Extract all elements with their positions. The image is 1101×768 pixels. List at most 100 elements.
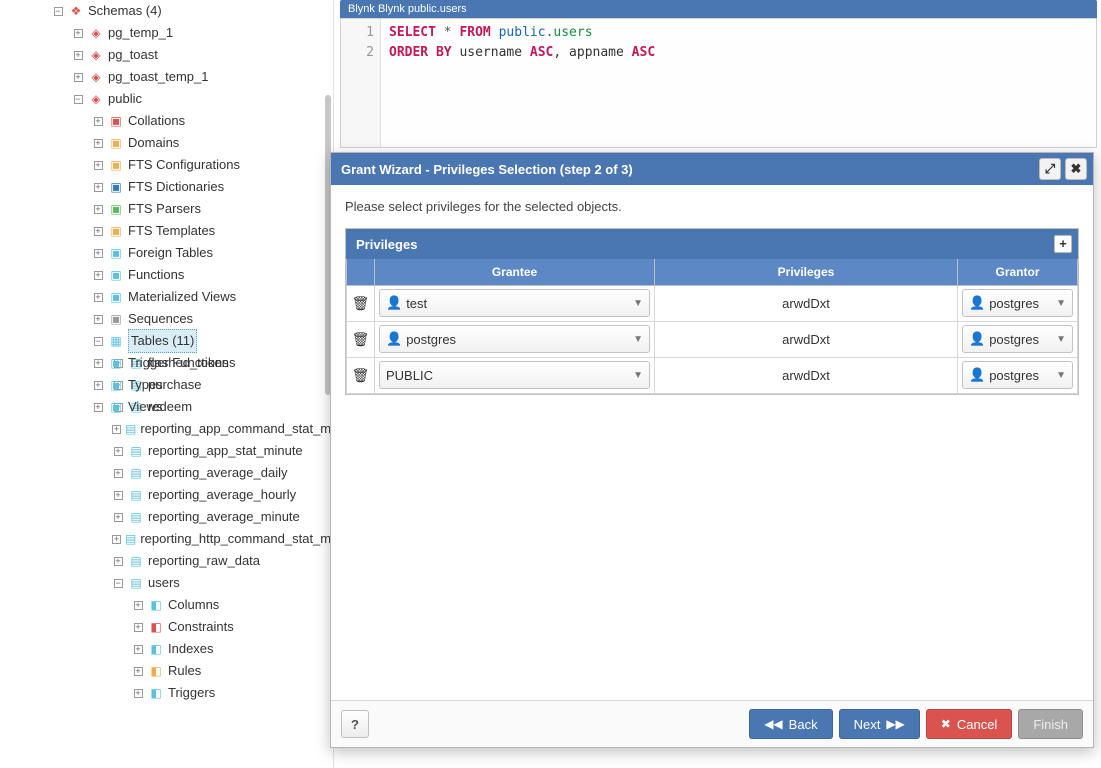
tree-node[interactable]: + ▣ FTS Parsers <box>92 198 333 220</box>
collapse-icon[interactable]: − <box>54 7 63 16</box>
delete-row-button[interactable]: 🗑 <box>352 331 370 347</box>
tree-node[interactable]: + ▣ FTS Dictionaries <box>92 176 333 198</box>
grantee-select[interactable]: 👤 postgres ▼ <box>379 325 650 353</box>
collapse-icon[interactable]: − <box>94 337 103 346</box>
maximize-button[interactable]: ⤢ <box>1039 158 1061 180</box>
tree-node[interactable]: + ◧ Rules <box>132 660 333 682</box>
tree-node-schemas[interactable]: − ❖ Schemas (4) <box>52 0 333 22</box>
expand-icon[interactable]: + <box>114 513 123 522</box>
tree-node-table[interactable]: + ▤ reporting_average_minute <box>112 506 333 528</box>
tree-node[interactable]: + ▣ Views <box>92 396 333 418</box>
expand-icon[interactable]: + <box>94 183 103 192</box>
tree-label: reporting_raw_data <box>148 550 260 572</box>
tree-node[interactable]: + ▣ Sequences <box>92 308 333 330</box>
tree-node-schema[interactable]: + ◈ pg_temp_1 <box>72 22 333 44</box>
tree-node[interactable]: + ▣ Trigger Functions <box>92 352 333 374</box>
tables-icon: ▦ <box>108 333 124 349</box>
cancel-button[interactable]: ✖Cancel <box>926 709 1013 739</box>
tree-node-table[interactable]: + ▤ reporting_app_command_stat_minute <box>112 418 333 440</box>
expand-icon[interactable]: + <box>94 161 103 170</box>
expand-icon[interactable]: + <box>74 51 83 60</box>
tree-node-table[interactable]: + ▤ reporting_app_stat_minute <box>112 440 333 462</box>
expand-icon[interactable]: + <box>114 491 123 500</box>
privilege-row: 🗑 👤 test ▼ arwdDxt 👤 postgres ▼ <box>347 285 1078 321</box>
expand-icon[interactable]: + <box>94 359 103 368</box>
tree-node[interactable]: + ◧ Constraints <box>132 616 333 638</box>
expand-icon[interactable]: + <box>94 139 103 148</box>
tree-node[interactable]: + ▣ Functions <box>92 264 333 286</box>
col-grantor: Grantor <box>958 259 1078 285</box>
expand-icon[interactable]: + <box>74 73 83 82</box>
back-button[interactable]: ◀◀Back <box>749 709 832 739</box>
tree-node[interactable]: + ▣ FTS Configurations <box>92 154 333 176</box>
expand-icon[interactable]: + <box>114 447 123 456</box>
tree-node[interactable]: + ▣ Types <box>92 374 333 396</box>
add-privilege-button[interactable]: + <box>1054 235 1072 253</box>
help-button[interactable]: ? <box>341 710 369 738</box>
delete-row-button[interactable]: 🗑 <box>352 367 370 383</box>
grantor-select[interactable]: 👤 postgres ▼ <box>962 361 1073 389</box>
tree-node-table[interactable]: + ▤ reporting_average_hourly <box>112 484 333 506</box>
tree-node-schema[interactable]: + ◈ pg_toast <box>72 44 333 66</box>
expand-icon[interactable]: + <box>114 469 123 478</box>
expand-icon[interactable]: + <box>94 205 103 214</box>
expand-icon[interactable]: + <box>94 381 103 390</box>
tree-node[interactable]: + ▣ Collations <box>92 110 333 132</box>
sql-tab[interactable]: Blynk Blynk public.users <box>340 0 1097 18</box>
expand-icon[interactable]: + <box>94 315 103 324</box>
tree-label: reporting_app_stat_minute <box>148 440 303 462</box>
collapse-icon[interactable]: − <box>74 95 83 104</box>
expand-icon[interactable]: + <box>94 227 103 236</box>
next-button[interactable]: Next▶▶ <box>839 709 920 739</box>
rewind-icon: ◀◀ <box>764 717 782 731</box>
tree-node-tables[interactable]: − ▦ Tables (11) <box>92 330 333 352</box>
tree-node-table[interactable]: + ▤ reporting_http_command_stat_minute <box>112 528 333 550</box>
grantee-select[interactable]: PUBLIC ▼ <box>379 361 650 389</box>
expand-icon[interactable]: + <box>134 623 143 632</box>
expand-icon[interactable]: + <box>134 689 143 698</box>
grantor-value: postgres <box>989 368 1056 383</box>
tree-node[interactable]: + ▣ Domains <box>92 132 333 154</box>
expand-icon[interactable]: + <box>134 667 143 676</box>
expand-icon[interactable]: + <box>114 557 123 566</box>
node-icon: ◧ <box>148 619 164 635</box>
node-icon: ▣ <box>108 311 124 327</box>
grantor-select[interactable]: 👤 postgres ▼ <box>962 289 1073 317</box>
close-button[interactable]: ✖ <box>1065 158 1087 180</box>
tree-label: Indexes <box>168 638 214 660</box>
expand-icon[interactable]: + <box>112 535 121 544</box>
col-grantee: Grantee <box>375 259 655 285</box>
expand-icon[interactable]: + <box>112 425 121 434</box>
tree-label: Collations <box>128 110 185 132</box>
tree-node-schema-public[interactable]: − ◈ public <box>72 88 333 110</box>
expand-icon[interactable]: + <box>94 271 103 280</box>
expand-icon[interactable]: + <box>134 601 143 610</box>
expand-icon[interactable]: + <box>94 403 103 412</box>
sql-code[interactable]: SELECT * FROM public.users ORDER BY user… <box>381 19 663 147</box>
grantee-select[interactable]: 👤 test ▼ <box>379 289 650 317</box>
expand-icon[interactable]: + <box>134 645 143 654</box>
tree-node[interactable]: + ◧ Triggers <box>132 682 333 704</box>
table-icon: ▤ <box>128 575 144 591</box>
collapse-icon[interactable]: − <box>114 579 123 588</box>
expand-icon[interactable]: + <box>94 249 103 258</box>
tree-node-table[interactable]: + ▤ reporting_average_daily <box>112 462 333 484</box>
expand-icon[interactable]: + <box>74 29 83 38</box>
grantor-select[interactable]: 👤 postgres ▼ <box>962 325 1073 353</box>
tree-node-table[interactable]: + ▤ reporting_raw_data <box>112 550 333 572</box>
tree-node-schema[interactable]: + ◈ pg_toast_temp_1 <box>72 66 333 88</box>
tree-node-table[interactable]: − ▤ users <box>112 572 333 594</box>
node-icon: ▣ <box>108 245 124 261</box>
expand-icon[interactable]: + <box>94 293 103 302</box>
tree-node[interactable]: + ◧ Columns <box>132 594 333 616</box>
tree-node[interactable]: + ▣ Foreign Tables <box>92 242 333 264</box>
expand-icon[interactable]: + <box>94 117 103 126</box>
tree-node[interactable]: + ▣ Materialized Views <box>92 286 333 308</box>
dialog-title: Grant Wizard - Privileges Selection (ste… <box>341 162 633 177</box>
tree-node[interactable]: + ◧ Indexes <box>132 638 333 660</box>
dialog-header: Grant Wizard - Privileges Selection (ste… <box>331 153 1093 185</box>
delete-row-button[interactable]: 🗑 <box>352 295 370 311</box>
schema-group-icon: ❖ <box>68 3 84 19</box>
tree-label: Schemas (4) <box>88 0 162 22</box>
tree-node[interactable]: + ▣ FTS Templates <box>92 220 333 242</box>
